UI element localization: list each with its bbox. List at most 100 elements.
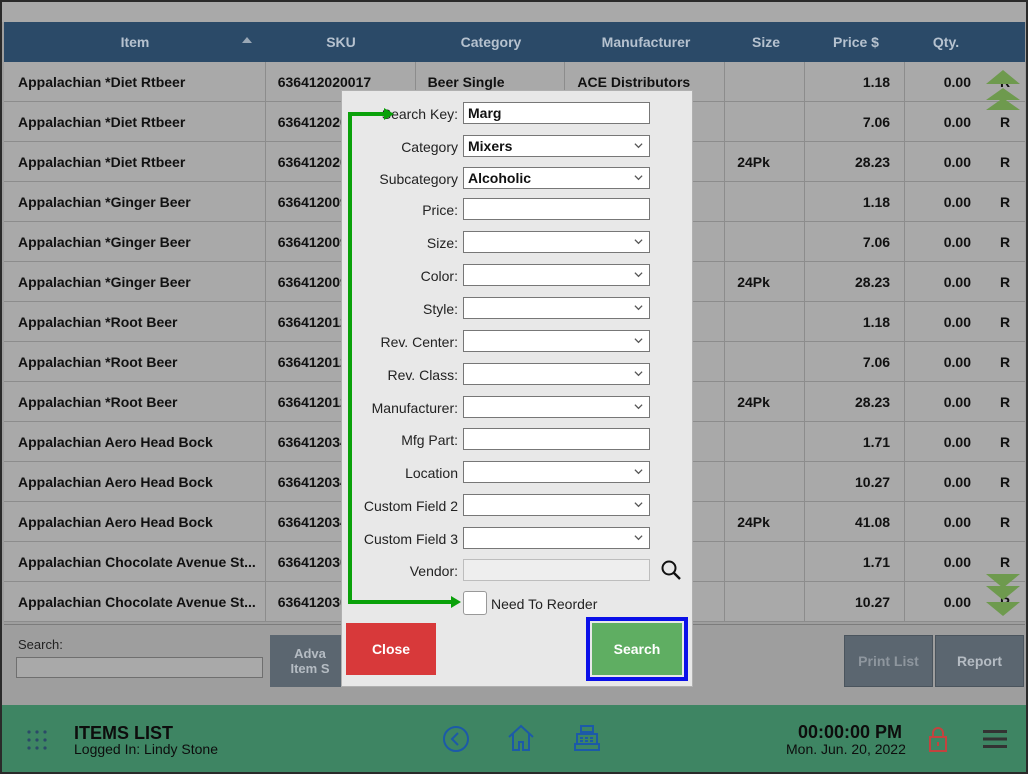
cell-size <box>725 342 806 382</box>
scroll-down-icon-inner[interactable] <box>986 586 1020 600</box>
field-dropdown[interactable] <box>463 297 650 319</box>
col-header-size[interactable]: Size <box>726 22 806 62</box>
field-dropdown[interactable] <box>463 330 650 352</box>
col-header-price[interactable]: Price $ <box>806 22 906 62</box>
field-dropdown[interactable]: Alcoholic <box>463 167 650 189</box>
reorder-flag-cell: R <box>985 382 1025 422</box>
chevron-down-icon <box>634 272 643 278</box>
table-header: Item SKU Category Manufacturer Size Pric… <box>4 22 1025 62</box>
logged-in-user: Logged In: Lindy Stone <box>74 741 219 757</box>
print-list-button[interactable]: Print List <box>844 635 933 687</box>
col-header-item[interactable]: Item <box>4 22 266 62</box>
col-header-size-label: Size <box>751 34 780 50</box>
cell-qty: 0.00 <box>943 194 971 210</box>
grid-icon[interactable] <box>26 729 48 751</box>
cell-price: 7.06 <box>805 102 906 142</box>
hamburger-menu-icon[interactable] <box>983 729 1007 749</box>
chevron-down-icon <box>634 175 643 181</box>
chevron-down-icon <box>634 143 643 149</box>
cell-item: Appalachian Chocolate Avenue St... <box>4 582 266 622</box>
advanced-button-line2: Item S <box>290 661 330 676</box>
field-dropdown[interactable] <box>463 527 650 549</box>
field-value: Marg <box>468 105 502 121</box>
cell-qty: 0.00 <box>943 314 971 330</box>
cash-register-icon[interactable] <box>572 723 602 753</box>
chevron-down-icon <box>634 338 643 344</box>
cell-price: 1.18 <box>805 182 906 222</box>
field-input[interactable] <box>463 428 650 450</box>
cell-size <box>725 222 806 262</box>
field-label: Manufacturer: <box>371 400 458 416</box>
field-dropdown[interactable] <box>463 396 650 418</box>
field-label: Rev. Center: <box>380 334 458 350</box>
cell-size <box>725 62 806 102</box>
cell-size <box>725 582 806 622</box>
field-label: Location <box>405 465 458 481</box>
field-input[interactable]: Marg <box>463 102 650 124</box>
advanced-button-line1: Adva <box>294 646 326 661</box>
cell-item: Appalachian Aero Head Bock <box>4 422 266 462</box>
field-label: Search Key: <box>381 106 458 122</box>
field-label: Custom Field 2 <box>363 498 458 514</box>
top-strip <box>2 2 1026 22</box>
lock-icon[interactable] <box>927 725 949 753</box>
field-dropdown[interactable] <box>463 494 650 516</box>
chevron-down-icon <box>634 239 643 245</box>
home-icon[interactable] <box>506 723 536 753</box>
field-label: Mfg Part: <box>401 432 458 448</box>
field-dropdown[interactable] <box>463 461 650 483</box>
scroll-down-icon-lower[interactable] <box>986 602 1020 616</box>
col-header-qty[interactable]: Qty. <box>906 22 986 62</box>
report-button[interactable]: Report <box>935 635 1024 687</box>
search-button[interactable]: Search <box>592 623 682 675</box>
advanced-item-search-button[interactable]: Adva Item S <box>270 635 350 687</box>
reorder-flag-cell: R <box>985 182 1025 222</box>
cell-size <box>725 462 806 502</box>
scroll-up-icon-lower[interactable] <box>986 98 1020 110</box>
reorder-flag-cell: R <box>985 502 1025 542</box>
cell-item: Appalachian *Root Beer <box>4 302 266 342</box>
reorder-flag-cell: R <box>985 142 1025 182</box>
magnifier-icon[interactable] <box>660 559 682 581</box>
cell-item: Appalachian *Ginger Beer <box>4 182 266 222</box>
cell-item: Appalachian *Ginger Beer <box>4 222 266 262</box>
cell-item: Appalachian *Ginger Beer <box>4 262 266 302</box>
scroll-up-icon[interactable] <box>986 70 1020 84</box>
back-arrow-icon[interactable] <box>442 725 470 753</box>
col-header-price-label: Price $ <box>833 34 879 50</box>
col-header-category-label: Category <box>460 34 522 50</box>
field-label: Color: <box>420 268 458 284</box>
reorder-flag-cell: R <box>985 462 1025 502</box>
field-label: Size: <box>426 235 458 251</box>
need-to-reorder-checkbox[interactable] <box>463 591 487 615</box>
cell-qty: 0.00 <box>943 554 971 570</box>
cell-qty: 0.00 <box>943 594 971 610</box>
field-dropdown[interactable] <box>463 363 650 385</box>
app-window: Item SKU Category Manufacturer Size Pric… <box>0 0 1028 774</box>
col-header-category[interactable]: Category <box>416 22 566 62</box>
field-dropdown[interactable]: Mixers <box>463 135 650 157</box>
col-header-sku[interactable]: SKU <box>266 22 416 62</box>
cell-size: 24Pk <box>725 262 806 302</box>
field-dropdown[interactable] <box>463 264 650 286</box>
cell-price: 28.23 <box>805 262 906 302</box>
field-dropdown[interactable] <box>463 231 650 253</box>
cell-price: 7.06 <box>805 222 906 262</box>
cell-qty: 0.00 <box>943 474 971 490</box>
close-button[interactable]: Close <box>346 623 436 675</box>
cell-item: Appalachian *Diet Rtbeer <box>4 142 266 182</box>
cell-size: 24Pk <box>725 142 806 182</box>
cell-qty: 0.00 <box>943 394 971 410</box>
clock-date: Mon. Jun. 20, 2022 <box>786 741 906 757</box>
search-input[interactable] <box>16 657 263 678</box>
field-value: Mixers <box>468 138 513 154</box>
cell-qty: 0.00 <box>943 114 971 130</box>
cell-price: 28.23 <box>805 382 906 422</box>
field-input <box>463 559 650 581</box>
need-to-reorder-label: Need To Reorder <box>491 596 598 612</box>
col-header-manufacturer[interactable]: Manufacturer <box>566 22 726 62</box>
field-input[interactable] <box>463 198 650 220</box>
field-label: Custom Field 3 <box>363 531 458 547</box>
cell-qty: 0.00 <box>943 274 971 290</box>
field-label: Price: <box>422 202 458 218</box>
